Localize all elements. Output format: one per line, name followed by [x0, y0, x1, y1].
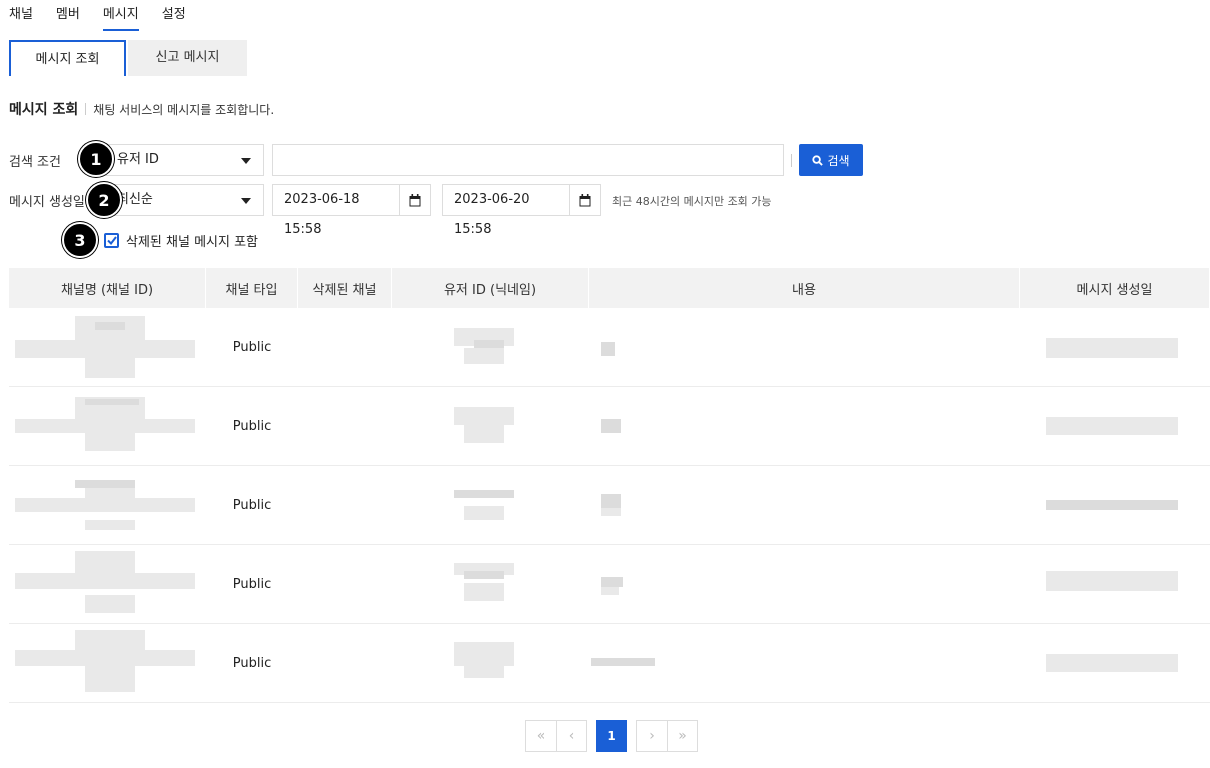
- message-table: 채널명 (채널 ID) 채널 타입 삭제된 채널 유저 ID (닉네임) 내용 …: [9, 268, 1210, 703]
- checkbox-checked[interactable]: [104, 233, 119, 248]
- end-date-value: 2023-06-20 15:58: [454, 192, 530, 237]
- page-button-current[interactable]: 1: [596, 720, 627, 752]
- search-icon: [812, 154, 824, 166]
- calendar-icon[interactable]: [569, 185, 600, 215]
- channel-type-cell: Public: [232, 655, 272, 671]
- page-description: 채팅 서비스의 메시지를 조회합니다.: [93, 102, 275, 117]
- column-header-user: 유저 ID (닉네임): [392, 268, 589, 308]
- deleted-channel-cell: [298, 624, 392, 702]
- search-field-select[interactable]: 유저 ID: [104, 144, 264, 176]
- nav-member[interactable]: 멤버: [56, 0, 80, 31]
- next-page-button[interactable]: ›: [636, 720, 667, 752]
- deleted-channel-cell: [298, 545, 392, 623]
- table-row[interactable]: Public: [9, 308, 1210, 387]
- created-at-cell: [1020, 545, 1210, 623]
- user-id-cell: [392, 308, 589, 386]
- channel-type-cell: Public: [232, 576, 272, 592]
- column-header-created: 메시지 생성일: [1020, 268, 1210, 308]
- table-row[interactable]: Public: [9, 466, 1210, 545]
- deleted-channel-cell: [298, 466, 392, 544]
- pagination: « ‹ 1 › »: [525, 720, 698, 752]
- message-content-cell: [589, 545, 1020, 623]
- channel-type-cell: Public: [232, 418, 272, 434]
- first-page-button[interactable]: «: [525, 720, 556, 752]
- annotation-badge-2: 2: [86, 182, 122, 218]
- column-header-channel-type: 채널 타입: [206, 268, 298, 308]
- start-date-field[interactable]: 2023-06-18 15:58: [272, 184, 431, 237]
- user-id-cell: [392, 624, 589, 702]
- channel-name-cell: [9, 308, 206, 386]
- created-at-cell: [1020, 466, 1210, 544]
- user-id-cell: [392, 466, 589, 544]
- include-deleted-checkbox[interactable]: 삭제된 채널 메시지 포함: [104, 231, 258, 250]
- created-at-cell: [1020, 308, 1210, 386]
- channel-name-cell: [9, 387, 206, 465]
- prev-page-button[interactable]: ‹: [556, 720, 587, 752]
- check-icon: [106, 236, 117, 245]
- start-date-value: 2023-06-18 15:58: [284, 192, 360, 237]
- table-row[interactable]: Public: [9, 545, 1210, 624]
- divider: [791, 154, 792, 167]
- user-id-cell: [392, 387, 589, 465]
- annotation-badge-1: 1: [78, 141, 114, 177]
- nav-channel[interactable]: 채널: [9, 0, 33, 31]
- user-id-cell: [392, 545, 589, 623]
- message-content-cell: [589, 387, 1020, 465]
- deleted-channel-cell: [298, 387, 392, 465]
- nav-message[interactable]: 메시지: [102, 0, 139, 31]
- created-at-cell: [1020, 624, 1210, 702]
- chevron-down-icon: [241, 198, 251, 204]
- table-row[interactable]: Public: [9, 387, 1210, 466]
- calendar-icon[interactable]: [399, 185, 430, 215]
- channel-name-cell: [9, 624, 206, 702]
- column-header-channel: 채널명 (채널 ID): [9, 268, 206, 308]
- sub-tabs: 메시지 조회 신고 메시지: [9, 40, 247, 76]
- message-content-cell: [589, 466, 1020, 544]
- column-header-content: 내용: [589, 268, 1020, 308]
- divider: [85, 103, 87, 115]
- created-at-cell: [1020, 387, 1210, 465]
- search-button[interactable]: 검색: [799, 144, 863, 176]
- tab-reported-messages[interactable]: 신고 메시지: [128, 40, 247, 76]
- channel-type-cell: Public: [232, 339, 272, 355]
- search-field-value: 유저 ID: [117, 152, 159, 167]
- created-date-label: 메시지 생성일: [9, 195, 85, 210]
- deleted-channel-cell: [298, 308, 392, 386]
- channel-name-cell: [9, 545, 206, 623]
- chevron-down-icon: [241, 158, 251, 164]
- channel-name-cell: [9, 466, 206, 544]
- search-input[interactable]: [272, 144, 784, 176]
- annotation-badge-3: 3: [62, 222, 98, 258]
- include-deleted-label: 삭제된 채널 메시지 포함: [126, 235, 258, 250]
- top-nav: 채널 멤버 메시지 설정: [9, 0, 209, 31]
- section-heading: 메시지 조회 채팅 서비스의 메시지를 조회합니다.: [9, 99, 274, 119]
- table-row[interactable]: Public: [9, 624, 1210, 703]
- search-button-label: 검색: [827, 153, 850, 168]
- table-header: 채널명 (채널 ID) 채널 타입 삭제된 채널 유저 ID (닉네임) 내용 …: [9, 268, 1210, 308]
- nav-settings[interactable]: 설정: [162, 0, 186, 31]
- search-condition-label: 검색 조건: [9, 155, 61, 170]
- message-content-cell: [589, 624, 1020, 702]
- tab-message-search[interactable]: 메시지 조회: [9, 40, 126, 76]
- last-page-button[interactable]: »: [667, 720, 698, 752]
- date-range-hint: 최근 48시간의 메시지만 조회 가능: [612, 195, 772, 208]
- channel-type-cell: Public: [232, 497, 272, 513]
- end-date-field[interactable]: 2023-06-20 15:58: [442, 184, 601, 237]
- message-content-cell: [589, 308, 1020, 386]
- sort-order-select[interactable]: 최신순: [104, 184, 264, 216]
- column-header-deleted: 삭제된 채널: [298, 268, 392, 308]
- page-title: 메시지 조회: [9, 102, 79, 118]
